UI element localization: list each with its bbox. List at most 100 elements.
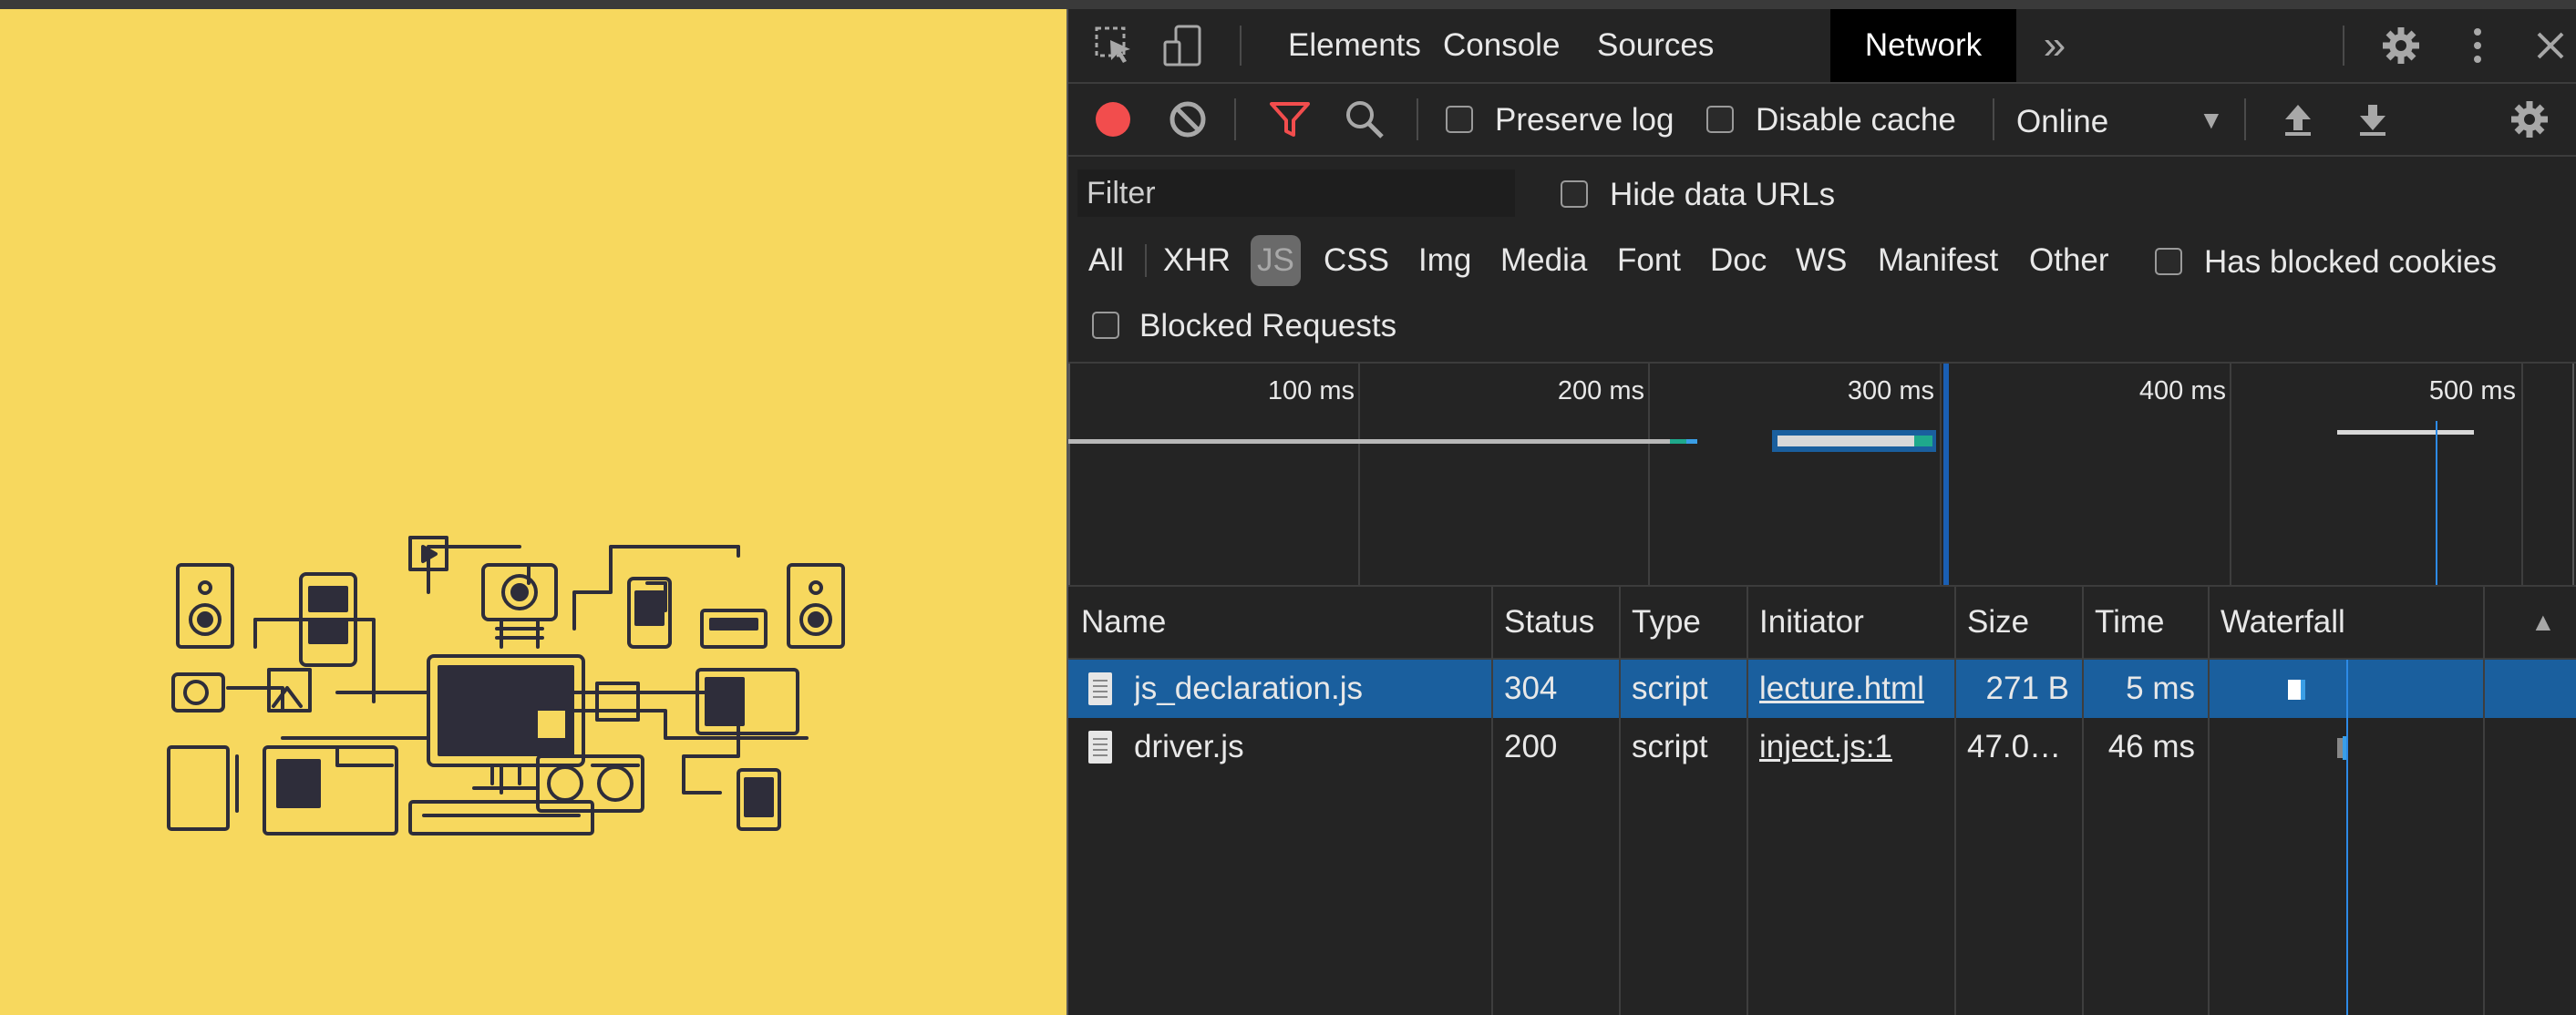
overview-tick-label: 500 ms	[2428, 376, 2516, 405]
request-type: script	[1632, 671, 1708, 706]
column-header-type[interactable]: Type	[1619, 587, 1747, 658]
column-divider[interactable]	[2208, 587, 2210, 1015]
import-har-icon[interactable]	[2275, 97, 2321, 142]
overview-selection-marker[interactable]	[1943, 364, 1949, 585]
sort-ascending-icon[interactable]: ▲	[2518, 587, 2563, 658]
type-filter-xhr[interactable]: XHR	[1159, 235, 1234, 286]
tab-sources[interactable]: Sources	[1567, 9, 1744, 82]
waterfall-bar	[2288, 680, 2301, 700]
request-size: 47.0…	[1967, 729, 2062, 764]
chevron-down-icon: ▼	[2199, 106, 2224, 134]
type-filter-media[interactable]: Media	[1497, 235, 1591, 286]
overview-gridline	[1068, 364, 1070, 585]
column-divider[interactable]	[1619, 587, 1621, 1015]
filter-icon[interactable]	[1267, 97, 1313, 142]
overview-gridline	[1358, 364, 1360, 585]
column-header-status[interactable]: Status	[1491, 587, 1619, 658]
hide-data-urls-checkbox[interactable]	[1561, 180, 1588, 208]
toolbar-divider	[1234, 98, 1236, 140]
type-filter-css[interactable]: CSS	[1320, 235, 1393, 286]
overview-request-bar	[2337, 430, 2474, 435]
devtools-panel: Elements Console Sources Network » Prese…	[1068, 9, 2576, 1015]
request-size: 271 B	[1985, 671, 2069, 706]
tab-bar-divider	[2343, 26, 2344, 66]
tab-network[interactable]: Network	[1830, 9, 2016, 82]
device-toggle-icon[interactable]	[1159, 22, 1207, 69]
hide-data-urls-label: Hide data URLs	[1610, 177, 1836, 212]
overview-request-bar	[1670, 439, 1686, 444]
column-divider[interactable]	[1491, 587, 1493, 1015]
network-overview-timeline[interactable]: 100 ms 200 ms 300 ms 400 ms 500 ms	[1068, 364, 2576, 587]
search-icon[interactable]	[1342, 97, 1387, 142]
script-file-icon	[1088, 731, 1112, 764]
type-filter-manifest[interactable]: Manifest	[1874, 235, 2002, 286]
type-filter-all[interactable]: All	[1085, 235, 1128, 286]
clear-icon[interactable]	[1165, 97, 1211, 142]
overview-gridline	[2572, 364, 2574, 585]
filter-bar: Filter Hide data URLs All XHR JS CSS Img…	[1068, 157, 2576, 364]
type-filter-divider	[1145, 244, 1147, 277]
column-header-initiator[interactable]: Initiator	[1747, 587, 1954, 658]
waterfall-gridline	[2483, 587, 2485, 1015]
more-vertical-icon[interactable]	[2454, 22, 2501, 69]
type-filter-ws[interactable]: WS	[1792, 235, 1850, 286]
overview-tick-label: 100 ms	[1267, 376, 1355, 405]
more-tabs-icon[interactable]: »	[2031, 22, 2078, 69]
has-blocked-cookies-label: Has blocked cookies	[2204, 244, 2497, 280]
column-divider[interactable]	[2082, 587, 2084, 1015]
request-time: 46 ms	[2107, 729, 2195, 764]
column-divider[interactable]	[1747, 587, 1748, 1015]
toolbar-divider	[2244, 98, 2246, 140]
disable-cache-checkbox[interactable]	[1706, 106, 1734, 133]
type-filter-other[interactable]: Other	[2025, 235, 2113, 286]
request-initiator-link[interactable]: lecture.html	[1759, 660, 1924, 718]
waterfall-load-event-line	[2346, 660, 2348, 1015]
devtools-tab-bar: Elements Console Sources Network »	[1068, 9, 2576, 84]
requests-table: Name Status Type Initiator Size Time Wat…	[1068, 587, 2576, 1015]
blocked-requests-checkbox[interactable]	[1092, 312, 1119, 339]
table-row[interactable]: driver.js 200 script inject.js:1 47.0… 4…	[1068, 718, 2576, 776]
column-header-time[interactable]: Time	[2082, 587, 2208, 658]
inspected-page	[0, 9, 1066, 1015]
type-filter-js[interactable]: JS	[1251, 235, 1301, 286]
overview-selected-request-bar	[1777, 436, 1914, 446]
tab-console[interactable]: Console	[1413, 9, 1590, 82]
column-header-waterfall[interactable]: Waterfall	[2208, 587, 2536, 658]
type-filter-img[interactable]: Img	[1415, 235, 1475, 286]
type-filter-doc[interactable]: Doc	[1706, 235, 1770, 286]
settings-gear-icon[interactable]	[2377, 22, 2425, 69]
overview-selected-request-bar	[1914, 436, 1932, 446]
type-filter-font[interactable]: Font	[1613, 235, 1685, 286]
overview-tick-label: 400 ms	[2138, 376, 2226, 405]
close-icon[interactable]	[2527, 22, 2574, 69]
throttling-value: Online	[2016, 104, 2109, 139]
export-har-icon[interactable]	[2350, 97, 2396, 142]
network-settings-gear-icon[interactable]	[2507, 97, 2552, 142]
script-file-icon	[1088, 672, 1112, 705]
inspect-element-icon[interactable]	[1090, 22, 1138, 69]
toolbar-divider	[1417, 98, 1418, 140]
window-top-strip	[0, 0, 2576, 9]
overview-gridline	[1648, 364, 1650, 585]
blocked-requests-label: Blocked Requests	[1139, 308, 1397, 343]
disable-cache-label: Disable cache	[1756, 102, 1956, 138]
column-divider[interactable]	[1954, 587, 1956, 1015]
overview-request-bar	[1068, 439, 1670, 444]
request-type: script	[1632, 729, 1708, 764]
has-blocked-cookies-checkbox[interactable]	[2155, 248, 2182, 275]
record-button[interactable]	[1090, 97, 1136, 142]
request-time: 5 ms	[2126, 671, 2195, 706]
preserve-log-checkbox[interactable]	[1446, 106, 1473, 133]
throttling-select[interactable]: Online ▼	[2016, 93, 2226, 146]
overview-gridline	[1940, 364, 1942, 585]
waterfall-bar	[2301, 680, 2305, 700]
javascript-devices-illustration	[167, 536, 845, 836]
network-toolbar: Preserve log Disable cache Online ▼	[1068, 84, 2576, 157]
request-status: 304	[1504, 671, 1558, 706]
column-header-name[interactable]: Name	[1068, 587, 1491, 658]
overview-load-event-line	[2436, 421, 2437, 585]
table-row[interactable]: js_declaration.js 304 script lecture.htm…	[1068, 660, 2576, 718]
column-header-size[interactable]: Size	[1954, 587, 2082, 658]
request-initiator-link[interactable]: inject.js:1	[1759, 718, 1892, 776]
filter-input[interactable]: Filter	[1077, 169, 1515, 217]
